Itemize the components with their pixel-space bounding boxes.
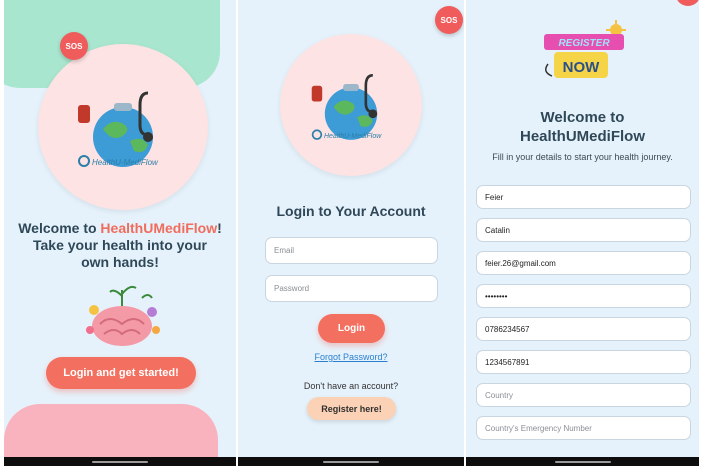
register-button[interactable]: Register here!	[307, 397, 396, 420]
emergency-contact-input[interactable]: 1234567891	[476, 350, 691, 374]
brain-flowers-illustration	[82, 278, 164, 350]
badge-register-text: REGISTER	[558, 38, 610, 49]
register-title: Welcome to HealthUMediFlow	[519, 109, 645, 145]
home-indicator[interactable]	[323, 461, 379, 463]
first-name-input[interactable]: Feier	[476, 185, 691, 209]
badge-now-text: NOW	[563, 59, 601, 76]
login-title: Login to Your Account	[276, 203, 426, 219]
home-indicator[interactable]	[92, 461, 148, 463]
sos-button[interactable]: SOS	[60, 32, 88, 60]
field-text: Country's Emergency Number	[485, 423, 592, 433]
sos-label: SOS	[65, 41, 83, 51]
register-now-badge: REGISTER NOW	[540, 20, 630, 84]
forgot-password-link[interactable]: Forgot Password?	[238, 352, 464, 362]
system-nav-bar	[4, 457, 236, 466]
phone-input[interactable]: 0786234567	[476, 317, 691, 341]
login-get-started-button[interactable]: Login and get started!	[46, 357, 196, 389]
app-logo: HealthU-MediFlow	[38, 44, 208, 210]
email-input[interactable]: feier.26@gmail.com	[476, 251, 691, 275]
password-input[interactable]: Password	[265, 275, 438, 302]
field-text: Country	[485, 390, 514, 400]
welcome-prefix: Welcome to	[18, 220, 101, 236]
field-text: ••••••••	[485, 291, 508, 301]
field-text: Catalin	[485, 225, 510, 235]
logo-wordmark: HealthU-MediFlow	[92, 158, 159, 167]
password-placeholder: Password	[274, 284, 310, 293]
field-text: feier.26@gmail.com	[485, 258, 556, 268]
password-input[interactable]: ••••••••	[476, 284, 691, 308]
sos-button-partial[interactable]	[676, 0, 699, 6]
country-input[interactable]: Country	[476, 383, 691, 407]
welcome-heading: Welcome to HealthUMediFlow! Take your he…	[4, 220, 236, 271]
field-text: 1234567891	[485, 357, 530, 367]
register-label: Register here!	[321, 403, 382, 414]
welcome-brand: HealthUMediFlow	[100, 220, 218, 236]
tagline: Take your health into your own hands!	[33, 237, 207, 270]
app-screens: HealthU-MediFlow SOS Welcome to HealthUM…	[0, 0, 701, 466]
country-emergency-number-input[interactable]: Country's Emergency Number	[476, 416, 691, 440]
field-text: Feier	[485, 192, 504, 202]
get-started-label: Login and get started!	[63, 367, 179, 379]
email-input[interactable]: Email	[265, 237, 438, 264]
system-nav-bar	[238, 457, 464, 466]
email-placeholder: Email	[274, 246, 295, 255]
welcome-suffix: !	[217, 220, 222, 236]
sos-label: SOS	[440, 15, 458, 25]
field-text: 0786234567	[485, 324, 530, 334]
home-indicator[interactable]	[554, 461, 611, 463]
register-subtitle: Fill in your details to start your healt…	[492, 152, 673, 162]
sos-button[interactable]: SOS	[435, 6, 463, 34]
no-account-text: Don't have an account?	[303, 381, 399, 391]
logo-wordmark: HealthU-MediFlow	[324, 133, 382, 140]
login-screen: SOS HealthU-MediFlow Login to Your Accou…	[238, 0, 464, 466]
system-nav-bar	[466, 457, 699, 466]
register-screen: REGISTER NOW Welcome to HealthUMediFlow …	[466, 0, 699, 466]
globe-health-icon: HealthU-MediFlow	[311, 74, 382, 140]
login-button[interactable]: Login	[318, 314, 385, 343]
login-label: Login	[337, 323, 366, 334]
globe-health-icon: HealthU-MediFlow	[78, 91, 159, 167]
last-name-input[interactable]: Catalin	[476, 218, 691, 242]
app-logo: HealthU-MediFlow	[280, 34, 422, 176]
welcome-screen: HealthU-MediFlow SOS Welcome to HealthUM…	[4, 0, 236, 466]
